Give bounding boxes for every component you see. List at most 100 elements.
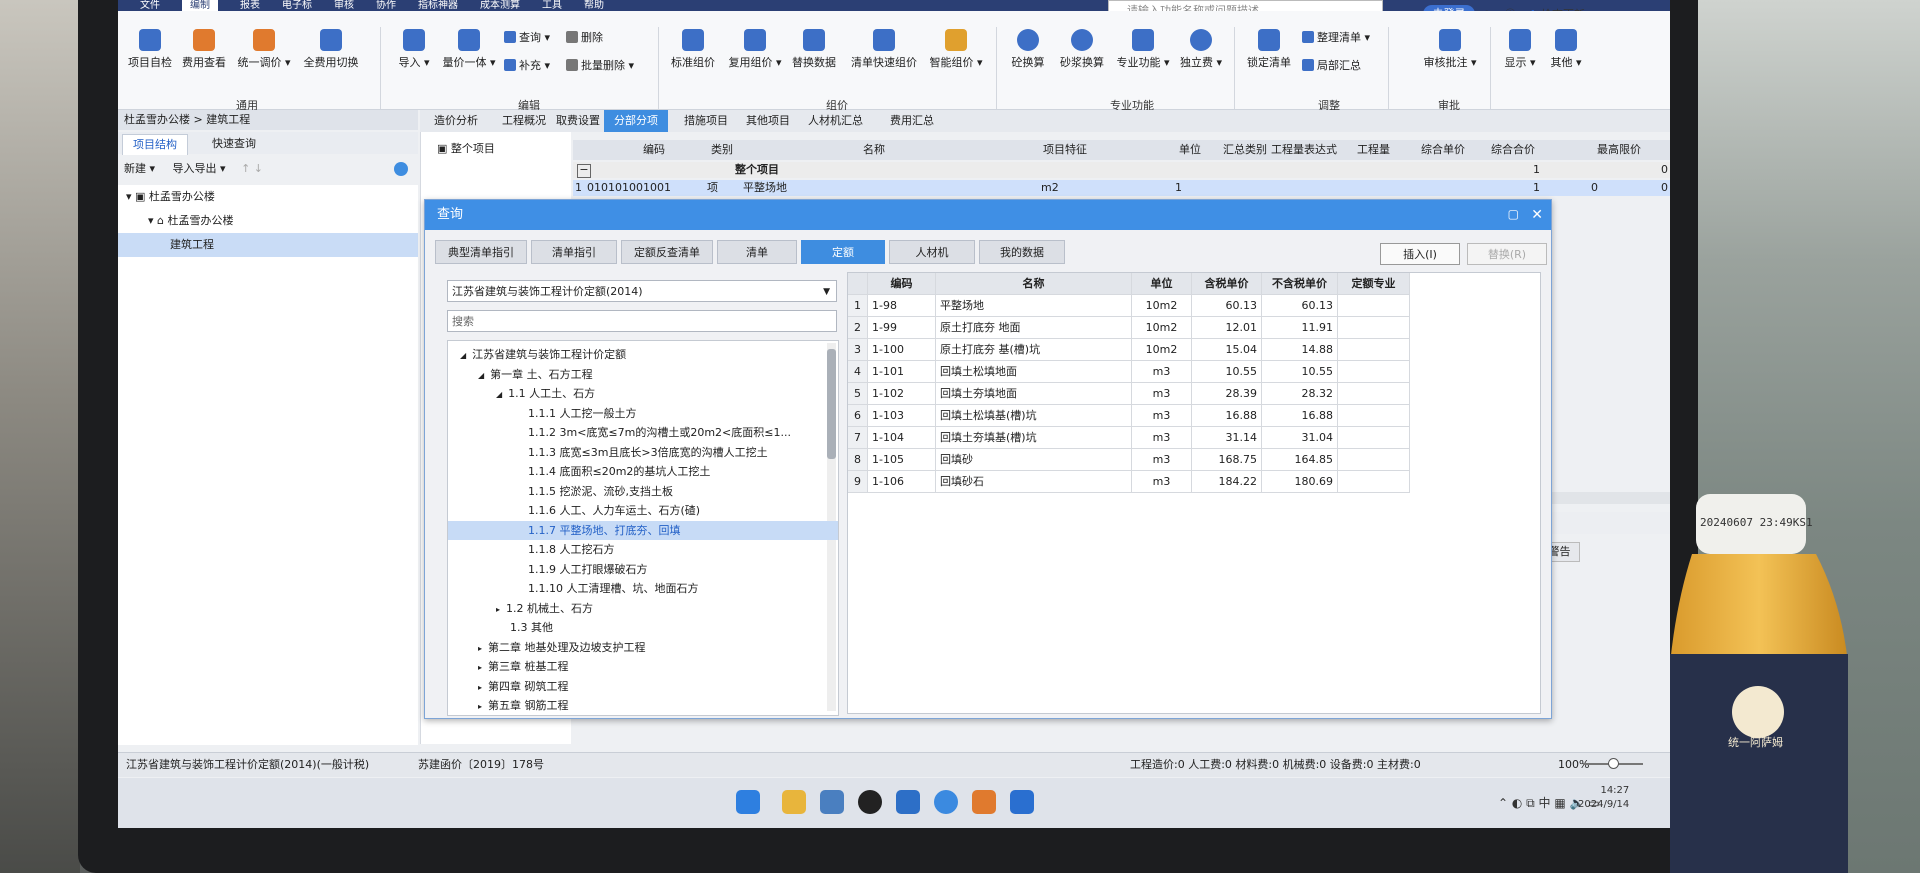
tree-node[interactable]: 1.1.2 3m<底宽≤7m的沟槽土或20m2<底面积≤1... [448,423,838,442]
quota-cell[interactable]: 回填土夯填基(槽)坑 [936,427,1132,449]
quota-cell[interactable]: 28.39 [1192,383,1262,405]
grid-column-header[interactable]: 类别 [711,140,733,160]
tree-node[interactable]: 1.1.1 人工挖一般土方 [448,404,838,423]
grid-column-header[interactable]: 名称 [863,140,885,160]
tree-node-unit[interactable]: ▾ ⌂ 杜孟雪办公楼 [118,209,418,233]
quota-cell[interactable] [1338,405,1410,427]
grid-column-header[interactable]: 工程量 [1357,140,1390,160]
query-button[interactable]: 查询 ▾ [504,29,550,45]
quota-cell[interactable]: 15.04 [1192,339,1262,361]
quota-cell[interactable] [1338,427,1410,449]
quota-cell[interactable]: 1-101 [868,361,936,383]
quota-cell[interactable]: 1-102 [868,383,936,405]
quota-cell[interactable]: 164.85 [1262,449,1338,471]
tree-node[interactable]: ▸ 第二章 地基处理及边坡支护工程 [448,638,838,657]
browser-icon[interactable] [858,790,882,814]
quota-cell[interactable]: m3 [1132,471,1192,493]
division-root[interactable]: ▣ 整个项目 [437,140,571,156]
quota-cell[interactable] [1338,383,1410,405]
quota-column-header[interactable]: 编码 [868,273,936,295]
quota-cell[interactable]: m3 [1132,449,1192,471]
grid-column-header[interactable]: 工程量表达式 [1271,140,1337,160]
tree-node[interactable]: ▸ 第五章 钢筋工程 [448,696,838,715]
lock-list-button[interactable]: 锁定清单 [1242,29,1296,70]
maximize-icon[interactable]: ▢ [1508,207,1519,221]
main-tab[interactable]: 造价分析 [424,110,488,132]
quota-column-header[interactable]: 不含税单价 [1262,273,1338,295]
quota-column-header[interactable] [848,273,868,295]
quota-cell[interactable]: 回填砂 [936,449,1132,471]
concrete-convert-button[interactable]: 砼换算 [1004,29,1052,70]
dialog-tab[interactable]: 清单指引 [531,240,617,264]
insert-button[interactable]: 插入(I) [1380,243,1460,265]
quota-column-header[interactable]: 定额专业 [1338,273,1410,295]
budget-app-icon[interactable] [1010,790,1034,814]
cloud-icon[interactable] [972,790,996,814]
taskbar-clock[interactable]: 14:27 2024/9/14 [1578,784,1629,812]
special-function-button[interactable]: 专业功能 ▾ [1112,29,1174,70]
quota-cell[interactable]: 1-100 [868,339,936,361]
tab-quick-query[interactable]: 快速查询 [202,134,266,154]
replace-button[interactable]: 替换(R) [1467,243,1547,265]
standard-group-price-button[interactable]: 标准组价 [666,29,720,70]
folder-icon[interactable] [782,790,806,814]
quota-cell[interactable] [1338,449,1410,471]
quick-group-price-button[interactable]: 清单快速组价 [846,29,922,70]
quota-cell[interactable]: m3 [1132,427,1192,449]
tab-project-structure[interactable]: 项目结构 [122,134,188,155]
zoom-slider-handle[interactable] [1608,758,1619,769]
quota-cell[interactable]: m3 [1132,405,1192,427]
app-icon[interactable] [820,790,844,814]
up-arrow-icon[interactable]: ↑ ↓ [241,162,263,175]
supplement-button[interactable]: 补充 ▾ [504,57,550,73]
smart-group-price-button[interactable]: 智能组价 ▾ [926,29,986,70]
quota-cell[interactable]: 10.55 [1192,361,1262,383]
tree-arrow-icon[interactable]: ▸ [478,663,482,672]
tree-node[interactable]: 1.1.8 人工挖石方 [448,540,838,559]
quota-cell[interactable]: 28.32 [1262,383,1338,405]
quota-cell[interactable]: 31.04 [1262,427,1338,449]
close-icon[interactable]: ✕ [1531,207,1543,223]
quota-cell[interactable]: 1-106 [868,471,936,493]
quota-cell[interactable]: 60.13 [1262,295,1338,317]
reuse-group-price-button[interactable]: 复用组价 ▾ [724,29,786,70]
quota-cell[interactable]: 1-99 [868,317,936,339]
quota-cell[interactable]: 原土打底夯 地面 [936,317,1132,339]
tree-node[interactable]: ▸ 第四章 砌筑工程 [448,677,838,696]
quota-column-header[interactable]: 单位 [1132,273,1192,295]
tree-arrow-icon[interactable]: ◢ [478,371,484,380]
quota-cell[interactable]: m3 [1132,361,1192,383]
main-tab[interactable]: 分部分项 [604,110,668,132]
mortar-convert-button[interactable]: 砂浆换算 [1054,29,1110,70]
quota-cell[interactable]: 16.88 [1262,405,1338,427]
quota-cell[interactable]: 60.13 [1192,295,1262,317]
partial-summary-button[interactable]: 局部汇总 [1302,57,1361,73]
tree-arrow-icon[interactable]: ◢ [460,351,466,360]
other-button[interactable]: 其他 ▾ [1544,29,1588,70]
display-button[interactable]: 显示 ▾ [1498,29,1542,70]
dialog-tab[interactable]: 定额 [801,240,885,264]
project-check-button[interactable]: 项目自检 [122,29,178,70]
tree-arrow-icon[interactable]: ▸ [478,683,482,692]
tree-arrow-icon[interactable]: ▸ [478,644,482,653]
tree-node-project[interactable]: ▾ ▣ 杜孟雪办公楼 [118,185,418,209]
quota-cell[interactable]: 180.69 [1262,471,1338,493]
quota-column-header[interactable]: 名称 [936,273,1132,295]
main-tab[interactable]: 措施项目 [674,110,738,132]
tree-arrow-icon[interactable]: ▸ [496,605,500,614]
quota-cell[interactable]: 平整场地 [936,295,1132,317]
quota-cell[interactable] [1338,361,1410,383]
quota-cell[interactable]: 184.22 [1192,471,1262,493]
main-tab[interactable]: 费用汇总 [880,110,944,132]
tree-node[interactable]: 1.1.10 人工清理槽、坑、地面石方 [448,579,838,598]
quota-cell[interactable]: 回填砂石 [936,471,1132,493]
full-fee-switch-button[interactable]: 全费用切换 [298,29,364,70]
quota-cell[interactable]: 10m2 [1132,295,1192,317]
pricing-app-icon[interactable] [896,790,920,814]
dialog-tab[interactable]: 清单 [717,240,797,264]
menu-item[interactable]: 工具 [542,0,562,11]
dialog-tab[interactable]: 典型清单指引 [435,240,527,264]
tree-node-building-works[interactable]: 建筑工程 [118,233,418,257]
independent-fee-button[interactable]: 独立费 ▾ [1176,29,1226,70]
tree-node[interactable]: 1.1.6 人工、人力车运土、石方(碴) [448,501,838,520]
